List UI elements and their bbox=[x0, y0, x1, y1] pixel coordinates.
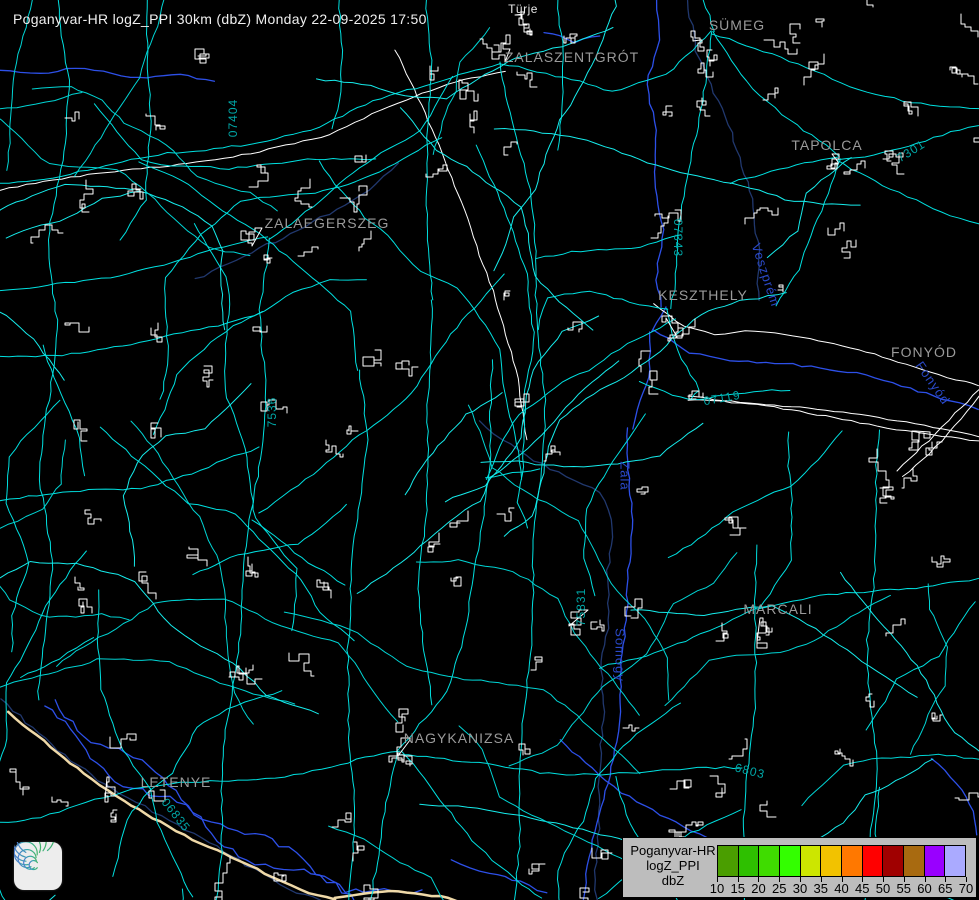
city-label: SÜMEG bbox=[709, 17, 765, 33]
dbz-color-cell bbox=[904, 846, 924, 876]
city-label: ZALAEGERSZEG bbox=[265, 215, 390, 231]
dbz-color-cell bbox=[945, 846, 965, 876]
dbz-tick-value: 20 bbox=[751, 881, 765, 896]
dbz-tick-value: 25 bbox=[772, 881, 786, 896]
dbz-tick-value: 65 bbox=[938, 881, 952, 896]
city-label: KESZTHELY bbox=[658, 287, 748, 303]
county-label: Somogy bbox=[613, 628, 628, 682]
dbz-legend: Poganyvar-HR logZ_PPI dbZ 10 15 20 25 30 35 40… bbox=[622, 837, 977, 898]
radar-map-canvas bbox=[0, 0, 979, 900]
road-number-label: 7536 bbox=[265, 397, 279, 428]
road-number-label: 07404 bbox=[226, 99, 240, 137]
road-number-label: 07343 bbox=[671, 219, 685, 257]
dbz-tick-value: 45 bbox=[855, 881, 869, 896]
city-label: ZALASZENTGRÓT bbox=[505, 49, 639, 65]
road-number-label: 75831 bbox=[574, 588, 588, 626]
dbz-color-cell bbox=[759, 846, 779, 876]
dbz-tick-value: 60 bbox=[917, 881, 931, 896]
city-label: MARCALI bbox=[743, 601, 812, 617]
dbz-color-cell bbox=[801, 846, 821, 876]
dbz-color-cell bbox=[780, 846, 800, 876]
city-label: LETENYE bbox=[141, 774, 212, 790]
dbz-tick-value: 10 bbox=[710, 881, 724, 896]
dbz-tick-value: 15 bbox=[731, 881, 745, 896]
village-label: Türje bbox=[508, 2, 538, 16]
dbz-tick-value: 35 bbox=[814, 881, 828, 896]
dbz-color-cell bbox=[883, 846, 903, 876]
dbz-tick-value: 70 bbox=[959, 881, 973, 896]
county-label: Zala bbox=[618, 461, 633, 490]
dbz-color-scale bbox=[717, 845, 966, 877]
dbz-color-cell bbox=[821, 846, 841, 876]
dbz-color-cell bbox=[718, 846, 738, 876]
radar-viewer: ZALASZENTGRÓT SÜMEG TAPOLCA ZALAEGERSZEG KES… bbox=[0, 0, 979, 900]
spiral-icon bbox=[14, 842, 62, 890]
legend-title-line1: Poganyvar-HR bbox=[629, 843, 717, 858]
dbz-color-cell bbox=[925, 846, 945, 876]
radar-product-title: Poganyvar-HR logZ_PPI 30km (dbZ) Monday … bbox=[13, 11, 427, 27]
dbz-color-cell bbox=[739, 846, 759, 876]
city-label: TAPOLCA bbox=[791, 137, 862, 153]
city-label: NAGYKANIZSA bbox=[404, 730, 515, 746]
dbz-scale-values: 10152025303540455055606570 bbox=[717, 881, 966, 895]
legend-title-line2: logZ_PPI bbox=[629, 858, 717, 873]
dbz-color-cell bbox=[863, 846, 883, 876]
radar-spiral-logo bbox=[14, 842, 62, 890]
dbz-tick-value: 30 bbox=[793, 881, 807, 896]
dbz-color-cell bbox=[842, 846, 862, 876]
dbz-tick-value: 40 bbox=[834, 881, 848, 896]
legend-title: Poganyvar-HR logZ_PPI dbZ bbox=[629, 843, 717, 888]
legend-title-line3: dbZ bbox=[629, 873, 717, 888]
dbz-tick-value: 50 bbox=[876, 881, 890, 896]
dbz-tick-value: 55 bbox=[897, 881, 911, 896]
